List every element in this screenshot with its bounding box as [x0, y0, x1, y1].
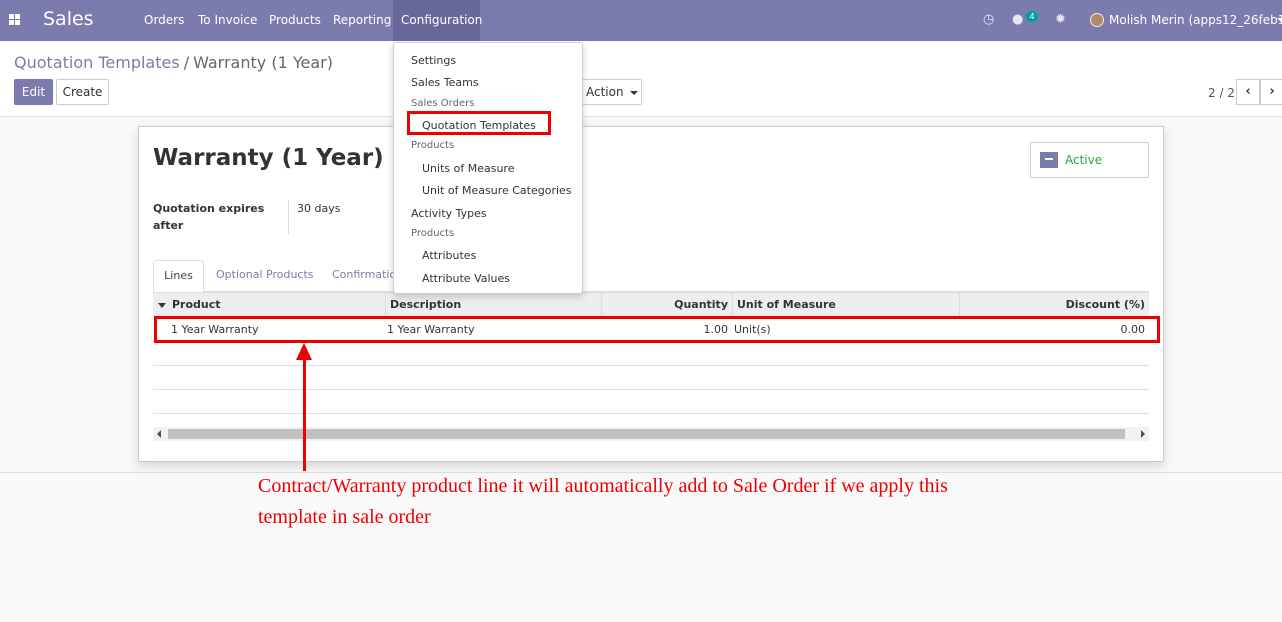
action-button[interactable]: Action	[575, 79, 642, 105]
pager-value[interactable]: 2 / 2	[1208, 86, 1235, 100]
field-divider	[288, 200, 289, 234]
annotation-arrow-shaft	[303, 358, 306, 471]
menu-reporting[interactable]: Reporting	[333, 0, 391, 41]
expiry-field-value: 30 days	[297, 202, 341, 215]
tab-lines[interactable]: Lines	[153, 260, 204, 292]
annotation-text: Contract/Warranty product line it will a…	[258, 475, 948, 528]
menu-item-attribute-values[interactable]: Attribute Values	[422, 272, 510, 285]
scroll-left-arrow-icon[interactable]	[157, 430, 161, 438]
highlight-quotation-templates	[407, 111, 551, 135]
menu-products[interactable]: Products	[269, 0, 321, 41]
menu-item-units-of-measure[interactable]: Units of Measure	[422, 162, 514, 175]
breadcrumb-separator: /	[183, 53, 190, 72]
sort-caret-icon[interactable]	[158, 303, 166, 308]
scrollbar-thumb[interactable]	[168, 429, 1125, 439]
create-button[interactable]: Create	[56, 79, 109, 105]
debug-bug-icon[interactable]: ✹	[1055, 13, 1066, 27]
top-navbar: Sales Orders To Invoice Products Reporti…	[0, 0, 1282, 41]
menu-configuration[interactable]: Configuration	[393, 0, 482, 41]
messages-badge: 4	[1026, 11, 1038, 22]
edit-button[interactable]: Edit	[14, 79, 53, 105]
column-product[interactable]: Product	[168, 293, 385, 317]
active-toggle-button[interactable]: Active	[1030, 142, 1149, 178]
tab-confirmation[interactable]: Confirmatio	[332, 260, 396, 292]
menu-orders[interactable]: Orders	[144, 0, 184, 41]
column-quantity[interactable]: Quantity	[601, 293, 732, 317]
column-description[interactable]: Description	[385, 293, 601, 317]
menu-item-settings[interactable]: Settings	[411, 54, 456, 67]
record-title: Warranty (1 Year)	[153, 145, 384, 171]
action-caret-icon	[629, 90, 638, 95]
scroll-right-arrow-icon[interactable]	[1141, 430, 1145, 438]
action-label: Action	[586, 85, 624, 99]
menu-to-invoice[interactable]: To Invoice	[198, 0, 257, 41]
apps-menu-icon[interactable]	[9, 14, 20, 25]
pager-next-button[interactable]: ›	[1260, 79, 1282, 105]
active-label: Active	[1065, 153, 1103, 167]
menu-item-activity-types[interactable]: Activity Types	[411, 207, 487, 220]
menu-header-sales-orders: Sales Orders	[411, 98, 475, 109]
breadcrumb-current: Warranty (1 Year)	[193, 53, 333, 72]
expiry-field-label: Quotation expires after	[153, 202, 265, 232]
column-unit-of-measure[interactable]: Unit of Measure	[732, 293, 959, 317]
menu-item-sales-teams[interactable]: Sales Teams	[411, 76, 479, 89]
chat-icon[interactable]: ●	[1012, 13, 1023, 27]
menu-header-products-attributes: Products	[411, 228, 455, 239]
user-menu[interactable]: Molish Merin (apps12_26feb19)	[1109, 0, 1282, 41]
app-brand[interactable]: Sales	[43, 8, 94, 30]
archive-icon	[1040, 152, 1058, 168]
user-caret-icon[interactable]	[1277, 18, 1282, 22]
column-discount[interactable]: Discount (%)	[959, 293, 1149, 317]
control-panel: Quotation Templates / Warranty (1 Year) Ed…	[0, 41, 1282, 117]
highlight-order-line	[154, 316, 1160, 343]
breadcrumb: Quotation Templates / Warranty (1 Year)	[14, 53, 333, 72]
user-avatar[interactable]	[1090, 13, 1104, 27]
clock-icon[interactable]: ◷	[983, 13, 994, 27]
table-header: Product Description Quantity Unit of Mea…	[153, 292, 1149, 317]
menu-item-uom-categories[interactable]: Unit of Measure Categories	[422, 184, 572, 197]
tab-optional-products[interactable]: Optional Products	[216, 260, 314, 292]
menu-header-products: Products	[411, 140, 455, 151]
menu-item-attributes[interactable]: Attributes	[422, 249, 476, 262]
configuration-dropdown: Settings Sales Teams Sales Orders Quotat…	[393, 42, 583, 294]
breadcrumb-parent[interactable]: Quotation Templates	[14, 53, 180, 72]
notebook-tabs: Lines Optional Products Confirmatio	[153, 260, 1149, 292]
form-sheet: Warranty (1 Year) Active Quotation expir…	[138, 126, 1164, 462]
pager-previous-button[interactable]: ‹	[1236, 79, 1260, 105]
